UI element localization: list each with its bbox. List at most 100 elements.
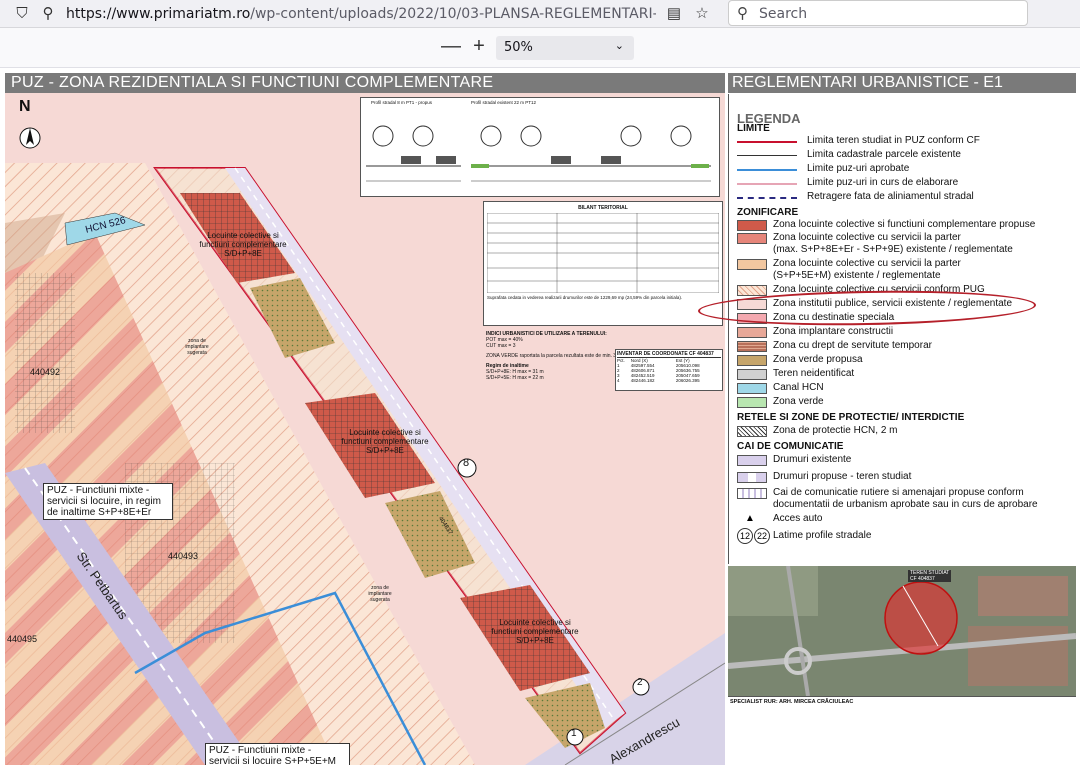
parcel-number: 440493 [168,551,199,561]
legend-item: ▲ Acces auto [737,513,1072,527]
pdf-toolbar: — + 50% ⌄ [0,28,1080,68]
zone-label: zona de implantare sugerata [185,338,209,356]
legend-swatch [737,397,767,408]
lot-label: Locuinte colective si functiuni compleme… [341,428,429,455]
legend-label: Zona locuinte colective cu servicii la p… [773,232,961,243]
legend-item: Retragere fata de aliniamentul stradal [737,191,1072,205]
legend-item: Zona de protectie HCN, 2 m [737,425,1072,439]
legend-label: (S+P+5E+M) existente / reglementate [773,270,941,281]
legend-item: Zona locuinte colective si functiuni com… [737,219,1072,233]
legend-label: Drumuri existente [773,454,852,465]
legend-item: Teren neidentificat [737,368,1072,382]
legend-label: Cai de comunicatie rutiere si amenajari … [773,487,1024,498]
legend-item: 12 22 Latime profile stradale [737,528,1072,546]
legend-label: Zona implantare constructii [773,326,894,337]
legend-panel: LEGENDA LIMITE Limita teren studiat in P… [728,94,1076,564]
legend-swatch [737,472,767,483]
legend-swatch [737,355,767,366]
legend-label: Acces auto [773,513,823,524]
aerial-drawing [728,566,1076,696]
search-placeholder: Search [759,6,808,22]
legend-item: Zona locuinte colective cu servicii la p… [737,258,1072,284]
url-bar[interactable]: https://www.primariatm.ro/wp-content/upl… [66,6,656,22]
profile-title: Profil stradal 8 m PT1 - propus [371,100,433,105]
legend-swatch [737,341,767,352]
page-info-icon[interactable]: ⚲ [38,4,58,24]
bilant-teritorial-table: BILANT TERITORIAL Suprafata cedata in ve… [483,201,723,326]
legend-swatch [737,220,767,231]
access-arrow-icon: ▲ [745,513,755,524]
legend-section-title: RETELE SI ZONE DE PROTECTIE/ INTERDICTIE [737,412,965,423]
bilant-grid [487,213,719,293]
legend-label: Limite puz-uri in curs de elaborare [807,177,959,188]
search-input[interactable]: ⚲ Search [728,0,1028,26]
bilant-title: BILANT TERITORIAL [578,205,628,211]
puz-mixte-label-1: PUZ - Functiuni mixte - servicii si locu… [43,483,173,520]
legend-item: Limita cadastrale parcele existente [737,149,1072,163]
table-row: 4 482446.182 206026.395 [617,378,721,383]
label-line: servicii si locuire S+P+5E+M [209,756,336,765]
zoom-out-button[interactable]: — [440,36,462,58]
chevron-down-icon: ⌄ [614,39,624,52]
legend-label: Zona de protectie HCN, 2 m [773,425,898,436]
legend-swatch [737,455,767,466]
table-cell: 4 [617,378,620,383]
legend-label: Limite puz-uri aprobate [807,163,910,174]
legend-item: Zona implantare constructii [737,326,1072,340]
inventar-coordonate-table: INVENTAR DE COORDONATE CF 404837 Pct. No… [615,349,723,391]
north-label: N [19,98,31,115]
legend-label: Zona cu drept de servitute temporar [773,340,932,351]
legend-item: Zona cu drept de servitute temporar [737,340,1072,354]
legend-swatch [737,233,767,244]
inventar-title: INVENTAR DE COORDONATE CF 404837 [617,351,714,357]
aerial-label-line: CF 404837 [910,576,935,582]
aerial-label: TEREN STUDIAT CF 404837 [908,570,952,582]
legend-line-swatch [737,155,797,156]
label-line: de inaltime S+P+8E+Er [47,507,152,518]
legend-swatch [737,488,767,499]
bookmark-star-icon[interactable]: ☆ [692,4,712,24]
lot-label: Locuinte colective si functiuni compleme… [491,618,579,645]
shield-icon[interactable]: ⛉ [12,4,32,24]
legend-label: Zona locuinte colective cu servicii la p… [773,258,961,269]
zoom-value: 50% [504,40,533,55]
legend-item: Canal HCN [737,382,1072,396]
legend-swatch [737,259,767,270]
legend-item: Zona verde propusa [737,354,1072,368]
legend-swatch [737,426,767,437]
url-path: /wp-content/uploads/2022/10/03-PLANSA-RE… [250,6,656,22]
legend-label: Zona verde propusa [773,354,863,365]
legend-item: Limita teren studiat in PUZ conform CF [737,135,1072,149]
pdf-page[interactable]: N HCN 526 440492 440493 440495 404837 Lo… [0,68,1080,765]
search-icon: ⚲ [737,5,748,22]
legend-item: Cai de comunicatie rutiere si amenajari … [737,487,1072,513]
legend-section-title: CAI DE COMUNICATIE [737,441,844,452]
legend-swatch [737,369,767,380]
legend-section-title: LIMITE [737,123,770,134]
zoom-in-button[interactable]: + [468,36,490,58]
legend-line-swatch [737,141,797,143]
legend-label: documentatii de urbanism aprobate sau in… [773,499,1038,510]
legend-item: Zona locuinte colective cu servicii la p… [737,232,1072,258]
profile-number: 1 [571,728,577,739]
url-domain: https://www.primariatm.ro [66,6,251,22]
legend-label: Zona verde [773,396,824,407]
table-cell: 206026.395 [675,378,700,383]
legend-label: Retragere fata de aliniamentul stradal [807,191,974,202]
legend-swatch [737,327,767,338]
lot-label: Locuinte colective si functiuni compleme… [199,231,287,258]
profile-number: 8 [463,457,470,469]
legend-label: Latime profile stradale [773,530,872,541]
street-profiles-inset: Profil stradal 8 m PT1 - propus Profil s… [360,97,720,197]
profile-number: 2 [637,677,643,688]
urban-plan-map: N HCN 526 440492 440493 440495 404837 Lo… [5,73,725,765]
profile-title: Profil stradal existent 22 m PT12 [471,100,537,105]
reader-view-icon[interactable]: ▤ [664,4,684,24]
legend-swatch [737,383,767,394]
aerial-photo: TEREN STUDIAT CF 404837 [728,566,1076,696]
legend-label: Zona locuinte colective si functiuni com… [773,219,1036,230]
legend-panel-title: REGLEMENTARI URBANISTICE - E1 [728,73,1076,93]
legend-label: Teren neidentificat [773,368,855,379]
legend-item: Drumuri existente [737,454,1072,468]
zoom-select[interactable]: 50% ⌄ [496,36,634,60]
